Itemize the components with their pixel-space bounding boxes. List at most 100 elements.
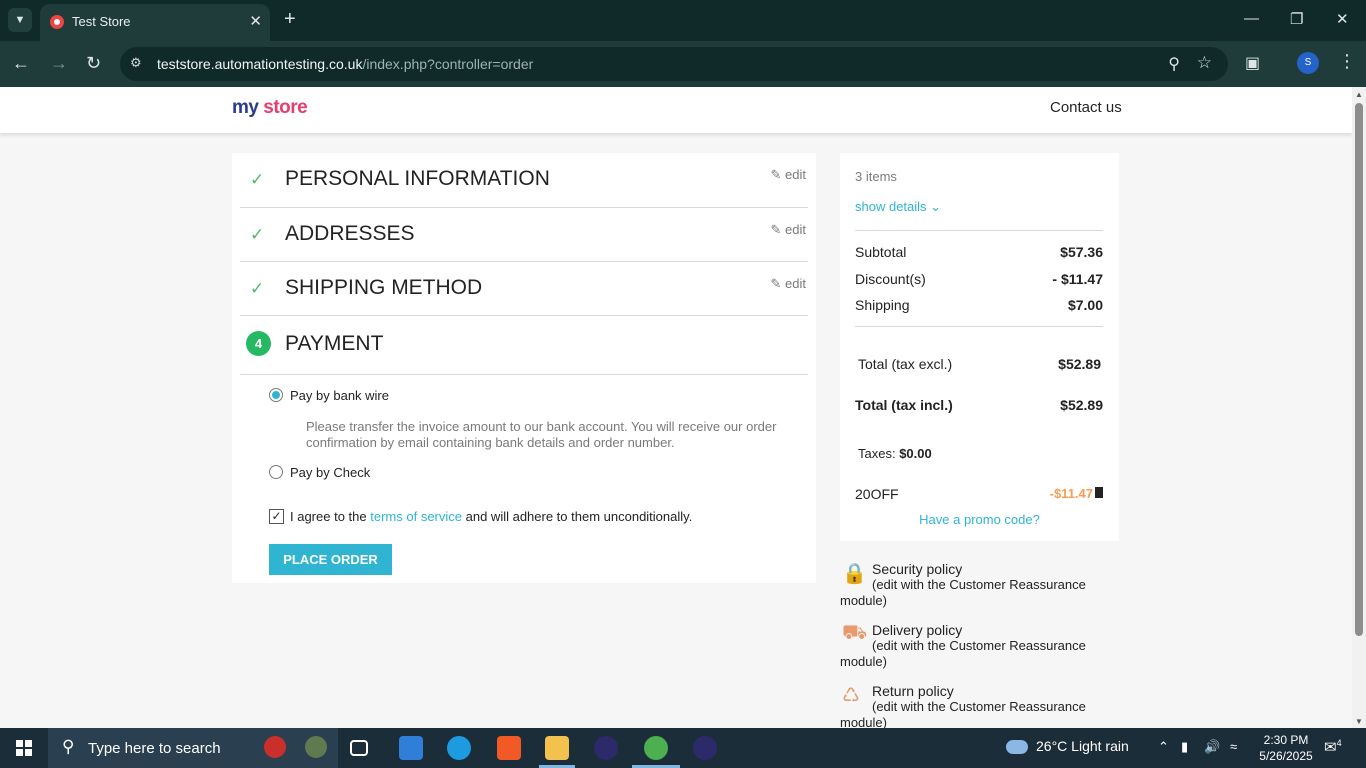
show-details-link[interactable]: show details ⌄ [855, 199, 941, 215]
wifi-icon[interactable]: ≈ [1230, 739, 1237, 754]
checkmark-icon: ✓ [250, 225, 265, 244]
terms-of-service-link[interactable]: terms of service [370, 509, 462, 524]
edit-link[interactable]: ✎ edit [771, 276, 807, 292]
browser-toolbar: ← → ↻ ⚙ teststore.automationtesting.co.u… [0, 41, 1366, 87]
reassurance-title: Delivery policy [872, 622, 963, 638]
step-title: PERSONAL INFORMATION [285, 167, 550, 190]
extensions-icon[interactable]: ▣ [1245, 53, 1260, 73]
helmet-icon[interactable] [305, 736, 327, 758]
reassurance-title: Security policy [872, 561, 963, 577]
file-explorer-icon[interactable] [545, 736, 569, 760]
page-viewport: my store Contact us ✓ PERSONAL INFORMATI… [0, 87, 1352, 728]
total-incl-row: Total (tax incl.) $52.89 [855, 397, 1103, 413]
site-header: my store Contact us [0, 87, 1352, 133]
edge-icon[interactable] [447, 736, 471, 760]
tab-search-button[interactable]: ▼ [8, 8, 32, 32]
divider [855, 230, 1103, 231]
reload-icon[interactable]: ↻ [86, 53, 101, 74]
browser-tab-bar: ▼ Test Store ✕ + — ❐ ✕ [0, 0, 1366, 41]
clock[interactable]: 2:30 PM 5/26/2025 [1246, 732, 1326, 764]
scrollbar-thumb[interactable] [1355, 103, 1363, 636]
store-app-icon[interactable] [399, 736, 423, 760]
place-order-button[interactable]: PLACE ORDER [269, 544, 392, 575]
brave-icon[interactable] [497, 736, 521, 760]
menu-icon[interactable]: ⋮ [1338, 51, 1356, 72]
checkmark-icon: ✓ [250, 279, 265, 298]
site-info-icon[interactable]: ⚙ [130, 55, 148, 73]
battery-icon[interactable]: ▮ [1181, 739, 1188, 755]
terms-checkbox[interactable]: ✓ [269, 509, 284, 524]
windows-start-icon[interactable] [16, 740, 32, 756]
pencil-icon: ✎ [770, 276, 782, 291]
eclipse-icon[interactable] [594, 736, 618, 760]
taxes-row: Taxes: $0.00 [858, 446, 932, 461]
divider [855, 326, 1103, 327]
step-personal-information[interactable]: ✓ PERSONAL INFORMATION ✎ edit [240, 153, 808, 208]
chevron-up-icon[interactable]: ⌃ [1158, 739, 1169, 755]
edit-link[interactable]: ✎ edit [771, 167, 807, 183]
step-number-badge: 4 [246, 331, 271, 356]
volume-icon[interactable]: 🔊 [1204, 739, 1220, 755]
pay-bank-wire-label[interactable]: Pay by bank wire [290, 388, 389, 403]
search-icon: ⚲ [62, 737, 75, 756]
subtotal-row: Subtotal $57.36 [855, 244, 1103, 260]
have-promo-code-link[interactable]: Have a promo code? [840, 512, 1119, 527]
pencil-icon: ✎ [770, 167, 782, 182]
browser-tab[interactable]: Test Store ✕ [40, 4, 270, 41]
bookmark-star-icon[interactable]: ☆ [1197, 53, 1212, 73]
promo-amount: -$11.47 [1049, 486, 1093, 501]
reassurance-desc: (edit with the Customer Reassurance modu… [840, 577, 1086, 608]
pay-bank-wire-radio[interactable] [269, 388, 283, 402]
promo-code-name: 20OFF [855, 486, 899, 502]
applied-promo: 20OFF -$11.47 [855, 486, 1103, 502]
restore-icon[interactable]: ❐ [1290, 10, 1303, 28]
minimize-icon[interactable]: — [1244, 10, 1259, 27]
step-shipping-method[interactable]: ✓ SHIPPING METHOD ✎ edit [240, 262, 808, 316]
zoom-icon[interactable]: ⚲ [1168, 54, 1180, 74]
pay-check-radio[interactable] [269, 465, 283, 479]
checkout-panel: ✓ PERSONAL INFORMATION ✎ edit ✓ ADDRESSE… [232, 153, 816, 583]
url-text[interactable]: teststore.automationtesting.co.uk/index.… [157, 56, 533, 72]
taskbar-search[interactable]: ⚲ Type here to search [48, 728, 338, 768]
scroll-down-icon[interactable]: ▼ [1355, 717, 1363, 726]
reassurance-desc: (edit with the Customer Reassurance modu… [840, 638, 1086, 669]
reassurance-title: Return policy [872, 683, 954, 699]
pay-check-label[interactable]: Pay by Check [290, 465, 370, 480]
windows-taskbar: ⚲ Type here to search 26°C Light rain ⌃ … [0, 728, 1366, 768]
step-payment: 4 PAYMENT [240, 316, 808, 375]
step-title: SHIPPING METHOD [285, 276, 483, 299]
checkmark-icon: ✓ [250, 170, 265, 189]
step-title: ADDRESSES [285, 222, 415, 245]
discount-row: Discount(s) - $11.47 [855, 271, 1103, 287]
store-logo[interactable]: my store [232, 97, 308, 119]
page-scrollbar[interactable]: ▲ ▼ [1352, 87, 1366, 728]
close-tab-icon[interactable]: ✕ [249, 12, 262, 30]
bank-wire-description: Please transfer the invoice amount to ou… [306, 419, 777, 450]
items-count: 3 items [855, 169, 897, 184]
chrome-icon[interactable] [644, 736, 668, 760]
edit-link[interactable]: ✎ edit [771, 222, 807, 238]
search-placeholder: Type here to search [88, 740, 221, 757]
chevron-down-icon: ⌄ [930, 199, 942, 214]
trash-icon[interactable] [1095, 487, 1103, 498]
step-addresses[interactable]: ✓ ADDRESSES ✎ edit [240, 208, 808, 262]
contact-us-link[interactable]: Contact us [1050, 99, 1122, 116]
tab-title: Test Store [72, 14, 131, 29]
flower-icon[interactable] [264, 736, 286, 758]
rain-cloud-icon [1006, 740, 1028, 755]
back-icon[interactable]: ← [12, 53, 30, 74]
terms-label: I agree to the terms of service and will… [290, 509, 693, 524]
forward-icon[interactable]: → [50, 53, 68, 74]
new-tab-button[interactable]: + [284, 8, 296, 30]
profile-avatar[interactable]: S [1297, 52, 1319, 74]
eclipse-icon-2[interactable] [693, 736, 717, 760]
task-view-icon[interactable] [350, 740, 368, 756]
scroll-up-icon[interactable]: ▲ [1355, 90, 1363, 99]
shipping-row: Shipping $7.00 [855, 297, 1103, 313]
weather-widget[interactable]: 26°C Light rain [1006, 738, 1129, 755]
total-excl-row: Total (tax excl.) $52.89 [858, 356, 1101, 372]
address-bar[interactable]: ⚙ teststore.automationtesting.co.uk/inde… [120, 47, 1228, 81]
cart-summary: 3 items show details ⌄ Subtotal $57.36 Di… [840, 153, 1119, 541]
close-window-icon[interactable]: ✕ [1336, 10, 1349, 28]
notification-icon[interactable]: ✉4 [1324, 738, 1342, 756]
